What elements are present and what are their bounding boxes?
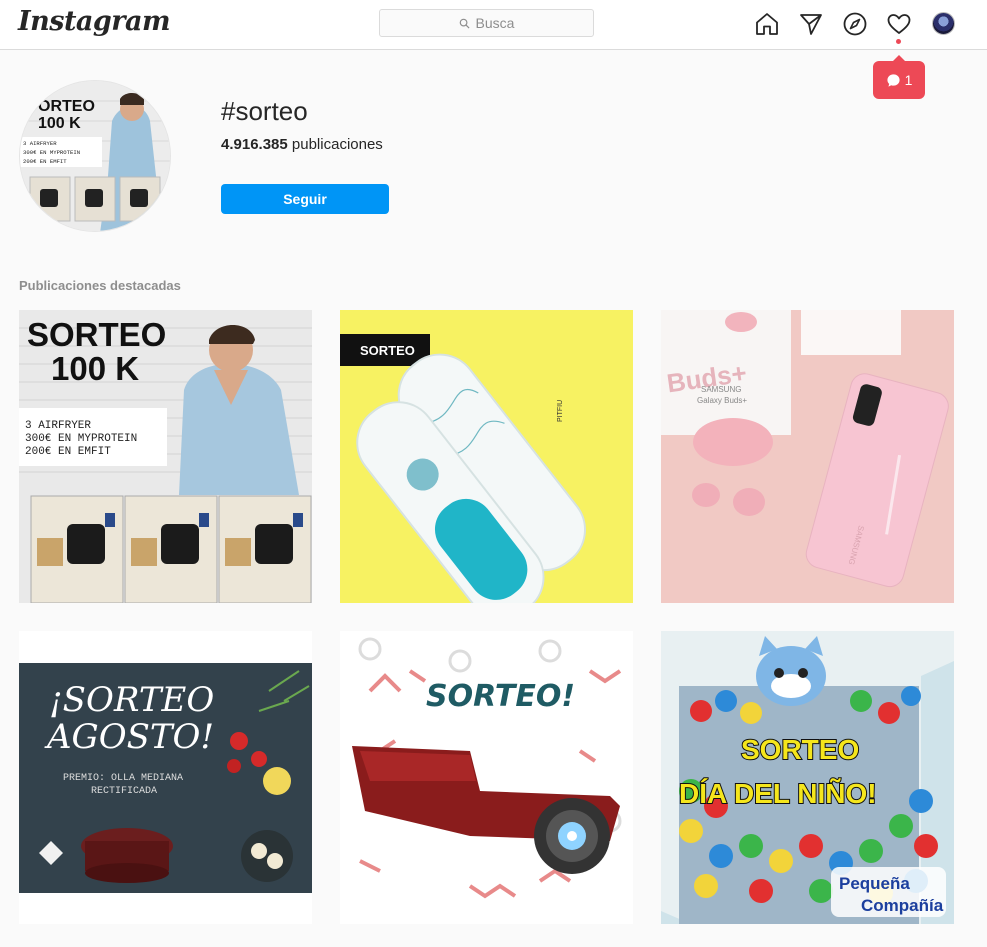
post2-label: SORTEO <box>360 343 415 358</box>
post-tile-5[interactable]: SORTEO! <box>340 631 633 924</box>
activity-heart-icon[interactable] <box>886 11 912 37</box>
posts-count: 4.916.385 publicaciones <box>221 136 383 153</box>
posts-count-label: publicaciones <box>291 136 383 153</box>
post6-title1: SORTEO <box>741 734 859 765</box>
post1-subtitle: 100 K <box>51 350 139 387</box>
post6-brand1: Pequeña <box>839 874 910 893</box>
post1-line1: 3 AIRFRYER <box>25 420 91 432</box>
search-icon <box>459 18 470 29</box>
search-input[interactable]: Busca <box>379 9 594 37</box>
follow-button[interactable]: Seguir <box>221 184 389 214</box>
post1-line3: 200€ EN EMFIT <box>25 446 111 458</box>
post1-line2: 300€ EN MYPROTEIN <box>25 433 137 445</box>
post6-brand2: Compañía <box>861 896 944 915</box>
profile-avatar[interactable] <box>932 12 955 35</box>
top-nav-bar: Instagram Busca <box>0 0 987 50</box>
pic-line1: ORTEO <box>38 98 95 115</box>
post4-title1: ¡SORTEO <box>49 680 214 720</box>
pic-line4: 300€ EN MYPROTEIN <box>23 149 80 156</box>
home-icon[interactable] <box>754 11 780 37</box>
direct-icon[interactable] <box>798 11 824 37</box>
post-tile-4[interactable]: ¡SORTEO AGOSTO! PREMIO: OLLA MEDIANA REC… <box>19 631 312 924</box>
post4-prize1: PREMIO: OLLA MEDIANA <box>63 773 183 784</box>
post6-title2: DÍA DEL NIÑO! <box>679 778 877 809</box>
post-tile-6[interactable]: SORTEO DÍA DEL NIÑO! Pequeña Compañía <box>661 631 954 924</box>
tag-profile-image: ORTEO 100 K 3 AIRFRYER 300€ EN MYPROTEIN… <box>19 80 171 232</box>
post4-prize2: RECTIFICADA <box>91 786 157 797</box>
notification-count: 1 <box>904 72 913 88</box>
top-posts-heading: Publicaciones destacadas <box>19 278 181 293</box>
post3-box-sub: Galaxy Buds+ <box>697 396 747 405</box>
instagram-logo[interactable]: Instagram <box>18 6 171 37</box>
post-tile-3[interactable]: Buds+ SAMSUNG Galaxy Buds+ SAMSUNG <box>661 310 954 603</box>
pic-line5: 200€ EN EMFIT <box>23 158 67 165</box>
post-tile-2[interactable]: SORTEO PITFIU <box>340 310 633 603</box>
post4-title2: AGOSTO! <box>44 717 214 757</box>
post3-box-brand: SAMSUNG <box>701 385 741 394</box>
post2-board-text: PITFIU <box>557 400 564 422</box>
comment-icon <box>887 73 900 87</box>
hashtag-title: #sorteo <box>221 96 308 126</box>
post-tile-1[interactable]: SORTEO 100 K 3 AIRFRYER 300€ EN MYPROTEI… <box>19 310 312 603</box>
notification-bubble[interactable]: 1 <box>873 55 925 99</box>
explore-icon[interactable] <box>842 11 868 37</box>
pic-line2: 100 K <box>38 115 81 132</box>
posts-count-number: 4.916.385 <box>221 136 288 153</box>
post5-title: SORTEO! <box>426 679 575 714</box>
search-placeholder: Busca <box>475 15 515 31</box>
post1-title: SORTEO <box>27 316 166 353</box>
pic-line3: 3 AIRFRYER <box>23 140 57 147</box>
notification-dot <box>896 39 901 44</box>
